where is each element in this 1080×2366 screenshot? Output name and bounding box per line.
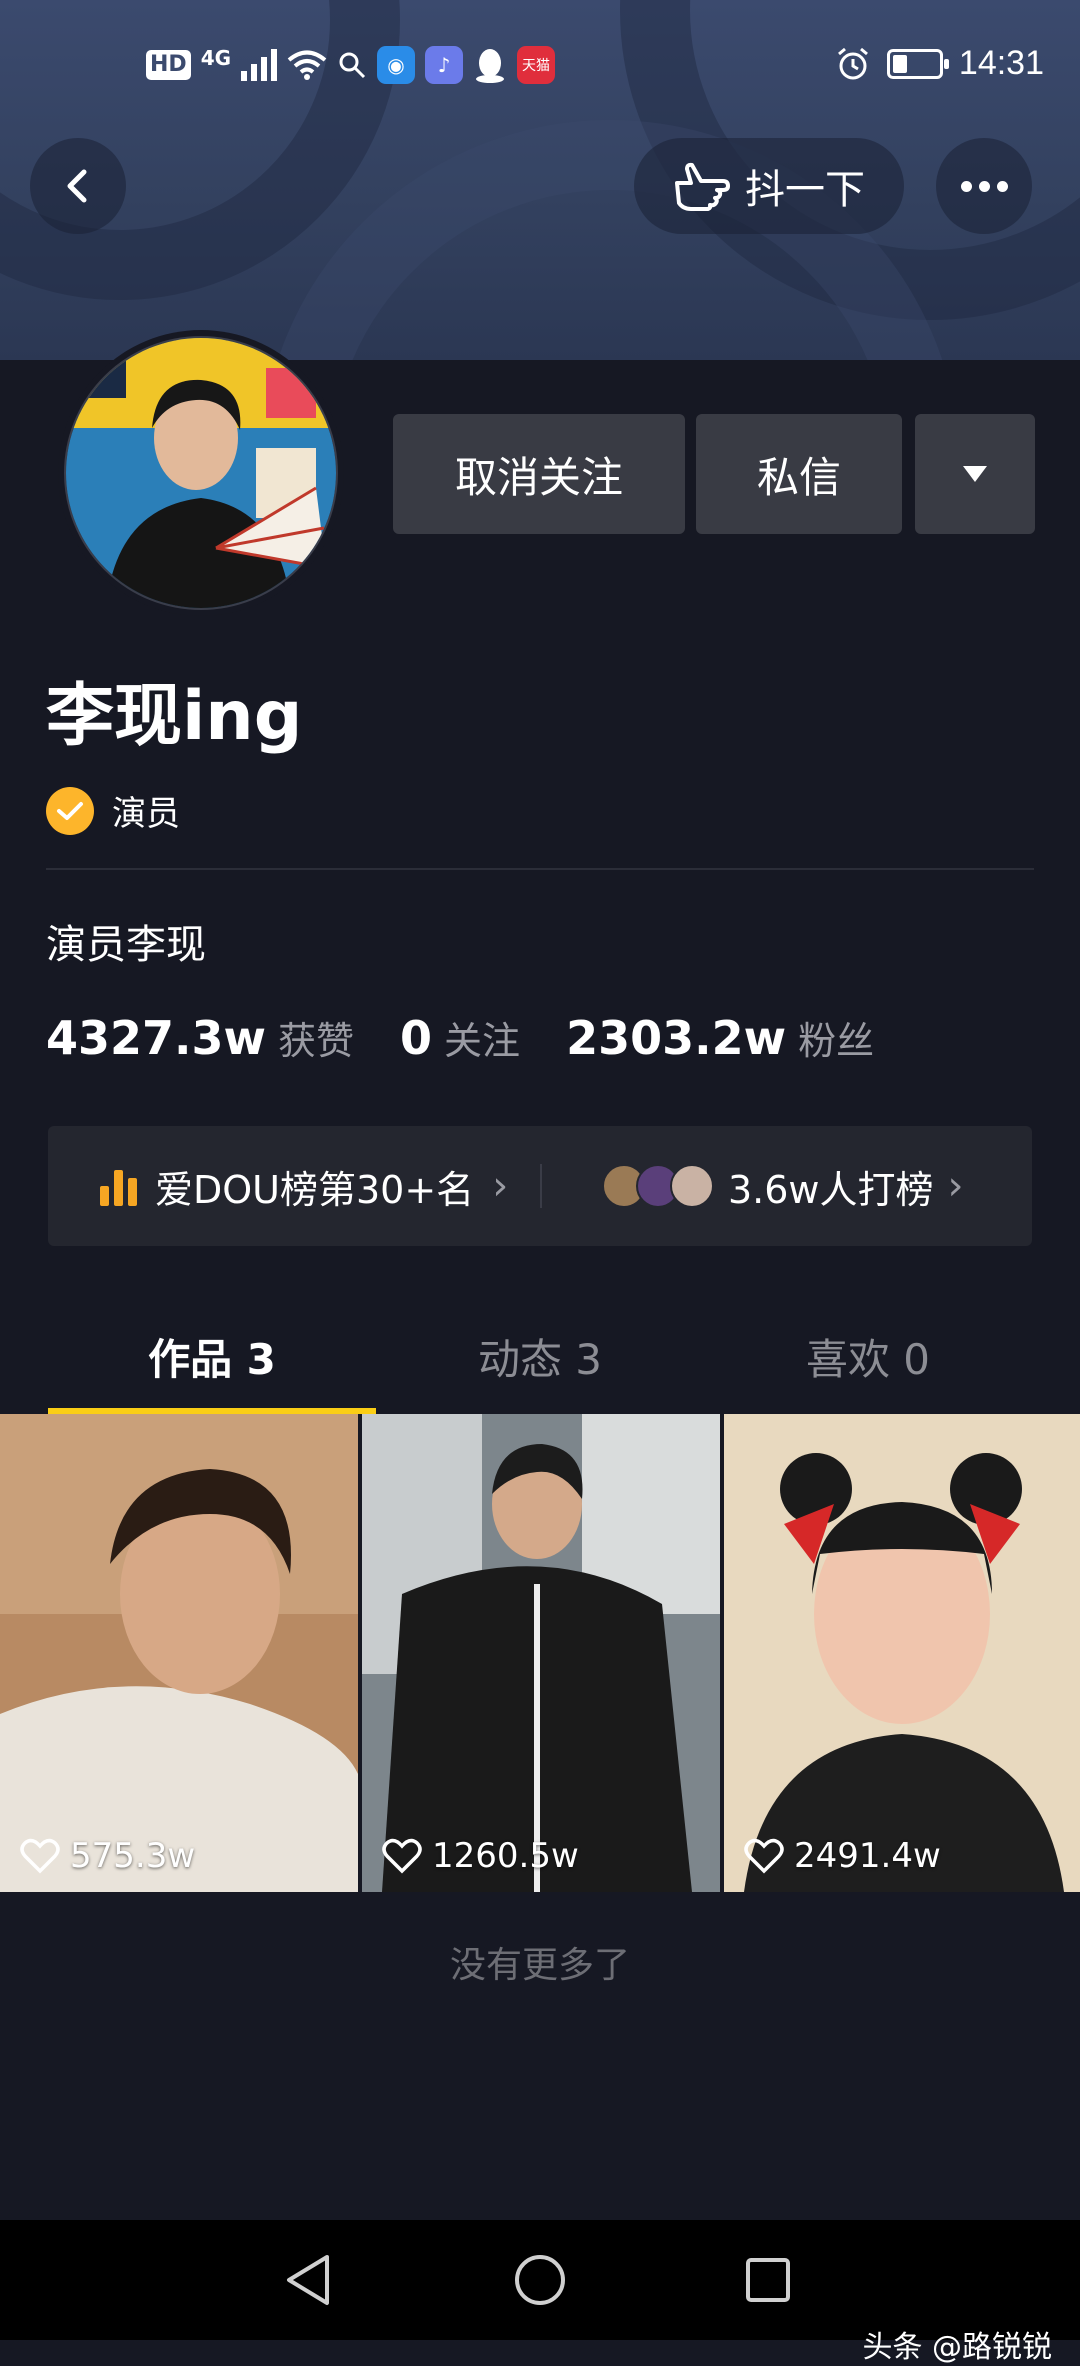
tmall-app-icon: 天猫 — [517, 46, 556, 84]
square-recents-icon — [746, 2258, 790, 2302]
triangle-back-icon — [287, 2255, 329, 2305]
video-thumbnail[interactable]: 575.3w — [0, 1414, 358, 1892]
music-app-icon: ♪ — [425, 46, 464, 84]
tab-likes[interactable]: 喜欢 0 — [704, 1298, 1032, 1414]
following-count[interactable]: 0 — [400, 1011, 432, 1065]
profile-name: 李现ing — [46, 677, 303, 756]
nav-home-button[interactable] — [502, 2242, 578, 2318]
supporters-text: 3.6w人打榜 — [728, 1167, 934, 1212]
unfollow-button[interactable]: 取消关注 — [393, 414, 685, 534]
chevron-right-icon: › — [492, 1163, 509, 1209]
nav-back-button[interactable] — [270, 2242, 346, 2318]
watermark: 头条 @路锐锐 — [862, 2330, 1052, 2365]
heart-icon — [382, 1838, 422, 1874]
avatar[interactable] — [58, 330, 344, 616]
video-thumbnail[interactable]: 1260.5w — [362, 1414, 720, 1892]
shake-label: 抖一下 — [745, 167, 865, 213]
more-dot — [960, 180, 972, 192]
video-likes: 2491.4w — [744, 1836, 941, 1876]
wifi-icon — [287, 50, 327, 80]
profile-stats: 4327.3w 获赞 0 关注 2303.2w 粉丝 — [46, 1010, 920, 1065]
content-tabs: 作品 3 动态 3 喜欢 0 — [0, 1298, 1080, 1414]
search-status-icon — [339, 52, 366, 79]
browser-app-icon: ◉ — [377, 46, 416, 84]
tab-moments[interactable]: 动态 3 — [376, 1298, 704, 1414]
clock: 14:31 — [958, 44, 1044, 82]
video-likes: 575.3w — [20, 1836, 195, 1876]
status-bar: HD 4G ◉ ♪ 天猫 14:31 — [0, 0, 1080, 132]
supporter-avatars — [602, 1164, 714, 1208]
qq-icon — [476, 49, 505, 83]
supporter-avatar — [670, 1164, 714, 1208]
no-more-content-text: 没有更多了 — [449, 1945, 630, 1986]
message-button[interactable]: 私信 — [696, 414, 902, 534]
chevron-right-icon: › — [947, 1163, 964, 1209]
following-label: 关注 — [444, 1019, 521, 1063]
verification-badge: 演员 — [46, 786, 180, 835]
video-thumbnail[interactable]: 2491.4w — [724, 1414, 1080, 1892]
triangle-down-icon — [963, 466, 987, 482]
bar-chart-icon — [100, 1166, 137, 1206]
divider — [46, 868, 1034, 870]
followers-label: 粉丝 — [798, 1019, 875, 1063]
rank-separator — [540, 1164, 542, 1208]
recommend-dropdown-button[interactable] — [915, 414, 1035, 534]
video-likes-count: 1260.5w — [432, 1836, 579, 1876]
chevron-left-icon — [67, 169, 87, 203]
video-likes-count: 2491.4w — [794, 1836, 941, 1876]
video-grid: 575.3w 1260.5w 2491.4w — [0, 1414, 1080, 1892]
video-thumb-image — [724, 1414, 1080, 1892]
more-dot — [978, 180, 990, 192]
battery-icon — [886, 48, 949, 79]
tab-works[interactable]: 作品 3 — [48, 1298, 376, 1414]
video-thumb-image — [362, 1414, 720, 1892]
nav-recents-button[interactable] — [730, 2242, 806, 2318]
rank-text: 爱DOU榜第30+名 — [155, 1167, 475, 1212]
network-type: 4G — [200, 46, 232, 70]
supporters-link[interactable]: 3.6w人打榜 › — [602, 1126, 964, 1246]
circle-home-icon — [515, 2255, 565, 2305]
heart-icon — [744, 1838, 784, 1874]
alarm-icon — [837, 47, 868, 79]
profile-bio: 演员李现 — [46, 922, 206, 968]
back-button[interactable] — [30, 138, 126, 234]
hd-indicator: HD — [146, 50, 191, 80]
signal-icon — [241, 49, 278, 81]
heart-icon — [20, 1838, 60, 1874]
more-options-button[interactable] — [936, 138, 1032, 234]
verified-label: 演员 — [112, 794, 180, 834]
ranking-bar: 爱DOU榜第30+名 › 3.6w人打榜 › — [48, 1126, 1032, 1246]
shake-button[interactable]: 抖一下 — [634, 138, 904, 234]
likes-count[interactable]: 4327.3w — [46, 1011, 266, 1065]
verified-check-icon — [46, 786, 94, 835]
avatar-photo — [66, 338, 336, 608]
rank-link[interactable]: 爱DOU榜第30+名 › — [100, 1126, 508, 1246]
pointing-hand-icon — [675, 162, 730, 211]
video-likes: 1260.5w — [382, 1836, 579, 1876]
more-dot — [996, 180, 1008, 192]
followers-count[interactable]: 2303.2w — [566, 1011, 786, 1065]
video-thumb-image — [0, 1414, 358, 1892]
video-likes-count: 575.3w — [70, 1836, 196, 1876]
likes-label: 获赞 — [278, 1019, 355, 1063]
